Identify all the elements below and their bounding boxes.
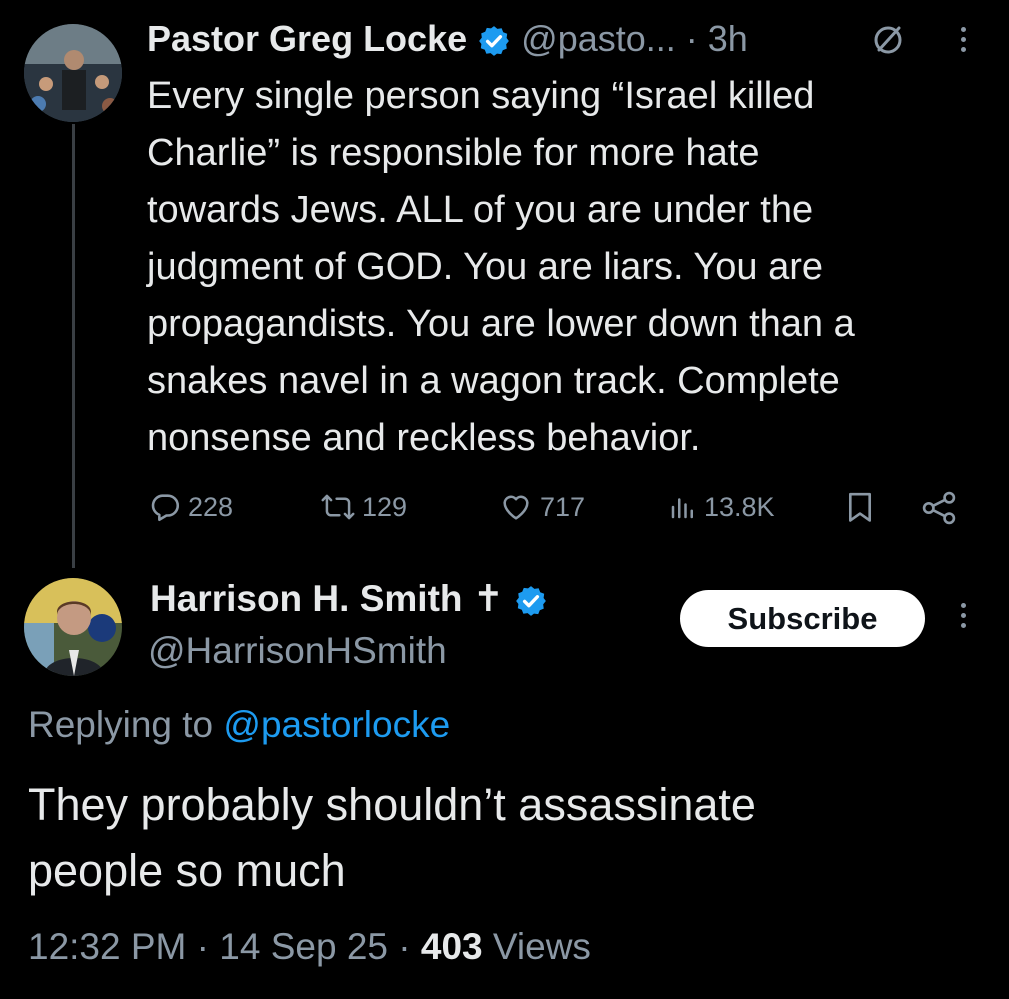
replying-prefix: Replying to [28,704,214,745]
avatar[interactable] [24,24,122,122]
tweet-line: nonsense and reckless behavior. [147,417,701,459]
reply-button[interactable]: 228 [148,487,233,527]
tweet-line: towards Jews. ALL of you are under the [147,189,814,231]
verified-badge-icon [479,26,510,57]
reply-icon [151,494,180,522]
separator: · [398,926,411,967]
bookmark-icon[interactable] [843,490,877,526]
cross-emoji: ✝ [472,578,504,619]
views-label: Views [492,926,591,967]
no-entry-icon [874,26,902,54]
separator: · [196,926,209,967]
replying-to: Replying to @pastorlocke [28,702,450,748]
tweet-line: propagandists. You are lower down than a [147,303,855,345]
tweet-line: judgment of GOD. You are liars. You are [147,246,823,288]
reply-meta: 12:32 PM · 14 Sep 25 · 403 Views [28,924,591,970]
thread-connector [72,124,75,568]
avatar-image [24,24,122,122]
author-handle[interactable]: @pasto... [521,18,676,59]
avatar-image [24,578,122,676]
verified-badge-icon [516,586,546,617]
like-count: 717 [540,491,586,522]
avatar[interactable] [24,578,122,676]
like-button[interactable]: 717 [498,487,585,527]
more-options-icon[interactable] [953,22,973,62]
tweet-line: snakes navel in a wagon track. Complete [147,360,840,402]
repost-icon [321,494,355,520]
share-icon[interactable] [920,490,958,526]
author-handle[interactable]: @HarrisonHSmith [148,628,447,674]
reply-text: They probably shouldn’t assassinate peop… [28,772,988,904]
replying-handle-link[interactable]: @pastorlocke [223,704,450,745]
views-button[interactable]: 13.8K [668,487,775,527]
reply-line: They probably shouldn’t assassinate [28,779,756,830]
author-name[interactable]: Harrison H. Smith [150,578,463,619]
reply-date[interactable]: 14 Sep 25 [219,926,388,967]
tweet-line: Every single person saying “Israel kille… [147,75,815,117]
tweet-line: Charlie” is responsible for more hate [147,132,760,174]
views-count: 403 [420,926,483,967]
tweet-time[interactable]: · 3h [686,18,748,59]
heart-icon [503,495,529,520]
reply-count: 228 [188,491,234,522]
more-options-icon[interactable] [953,598,973,638]
repost-button[interactable]: 129 [320,487,407,527]
subscribe-button[interactable]: Subscribe [680,590,925,647]
reply-header: Harrison H. Smith ✝ [150,576,548,622]
tweet-header: Pastor Greg Locke @pasto... · 3h [147,16,748,62]
author-name[interactable]: Pastor Greg Locke [147,18,467,59]
analytics-icon [671,498,693,519]
reply-line: people so much [28,845,346,896]
views-count: 13.8K [704,491,775,522]
tweet-text: Every single person saying “Israel kille… [147,68,987,467]
repost-count: 129 [362,491,408,522]
reply-time[interactable]: 12:32 PM [28,926,186,967]
